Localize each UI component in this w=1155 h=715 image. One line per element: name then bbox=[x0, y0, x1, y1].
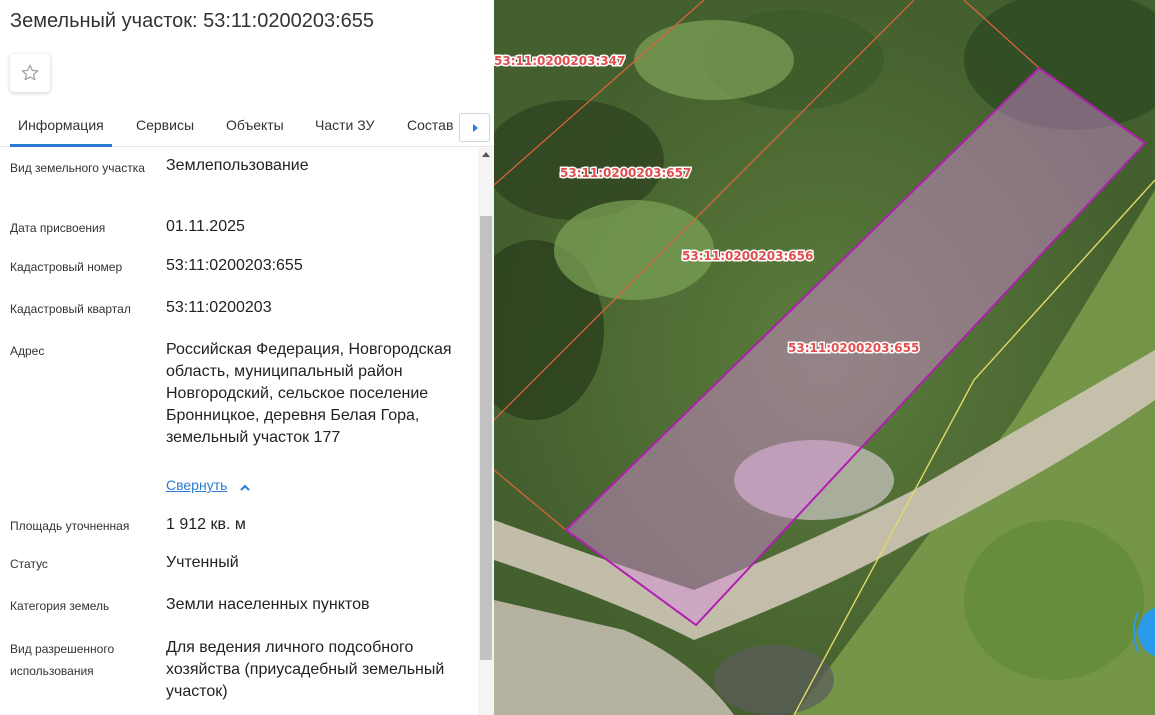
tab-composition[interactable]: Состав bbox=[407, 117, 453, 133]
tab-parts[interactable]: Части ЗУ bbox=[315, 117, 374, 133]
scrollbar[interactable] bbox=[478, 148, 494, 715]
parcel-label-655[interactable]: 53:11:0200203:655 bbox=[787, 340, 921, 357]
info-panel: Земельный участок: 53:11:0200203:655 Инф… bbox=[0, 0, 494, 715]
category-label: Категория земель bbox=[10, 599, 110, 613]
chevron-right-icon bbox=[472, 123, 478, 132]
tab-objects[interactable]: Объекты bbox=[226, 117, 284, 133]
permitted-use-label: Вид разрешенного использования bbox=[10, 642, 115, 678]
cadastral-quarter-value: 53:11:0200203 bbox=[166, 299, 272, 316]
permitted-use-value: Для ведения личного подсобного хозяйства… bbox=[166, 639, 445, 700]
status-label: Статус bbox=[10, 557, 48, 571]
tabs-next-button[interactable] bbox=[459, 113, 490, 142]
satellite-map[interactable]: 53:11:0200203:347 53:11:0200203:657 53:1… bbox=[494, 0, 1155, 715]
address-value: Российская Федерация, Новгородская облас… bbox=[166, 341, 452, 446]
favorite-button[interactable] bbox=[10, 54, 50, 92]
scroll-up-arrow[interactable] bbox=[482, 152, 490, 157]
date-value: 01.11.2025 bbox=[166, 218, 245, 235]
scrollbar-thumb[interactable] bbox=[480, 216, 492, 660]
meadow-patch bbox=[964, 520, 1144, 680]
status-value: Учтенный bbox=[166, 554, 239, 571]
cadastral-number-value: 53:11:0200203:655 bbox=[166, 257, 303, 274]
area-label: Площадь уточненная bbox=[10, 519, 130, 533]
star-outline-icon bbox=[21, 64, 39, 81]
info-list: Вид земельного участка Землепользование … bbox=[0, 148, 478, 715]
collapse-link[interactable]: Свернуть bbox=[166, 477, 227, 493]
parcel-label-347[interactable]: 53:11:0200203:347 bbox=[494, 53, 627, 70]
active-tab-indicator bbox=[10, 144, 112, 147]
category-value: Земли населенных пунктов bbox=[166, 596, 370, 613]
chevron-up-icon[interactable] bbox=[238, 481, 252, 495]
cadastral-number-label: Кадастровый номер bbox=[10, 260, 123, 274]
page-title: Земельный участок: 53:11:0200203:655 bbox=[10, 10, 375, 32]
tab-information[interactable]: Информация bbox=[18, 117, 104, 133]
tab-bar: Информация Сервисы Объекты Части ЗУ Сост… bbox=[0, 106, 494, 147]
tab-services[interactable]: Сервисы bbox=[136, 117, 194, 133]
cadastral-quarter-label: Кадастровый квартал bbox=[10, 302, 131, 316]
address-label: Адрес bbox=[10, 344, 45, 358]
meadow-patch bbox=[634, 20, 794, 100]
date-label: Дата присвоения bbox=[10, 221, 106, 235]
map-view[interactable]: 53:11:0200203:347 53:11:0200203:657 53:1… bbox=[494, 0, 1155, 715]
dark-area bbox=[714, 645, 834, 715]
land-type-label: Вид земельного участка bbox=[10, 161, 145, 175]
area-value: 1 912 кв. м bbox=[166, 516, 246, 533]
parcel-label-657[interactable]: 53:11:0200203:657 bbox=[559, 165, 693, 182]
parcel-label-656[interactable]: 53:11:0200203:656 bbox=[681, 248, 815, 265]
land-type-value: Землепользование bbox=[166, 157, 309, 174]
